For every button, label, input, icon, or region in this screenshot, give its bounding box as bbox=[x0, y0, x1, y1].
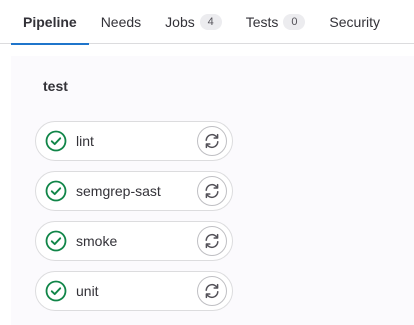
tab-tests-label: Tests bbox=[245, 14, 279, 30]
tab-needs[interactable]: Needs bbox=[89, 0, 153, 44]
job-name: semgrep-sast bbox=[76, 183, 161, 199]
job-semgrep-sast[interactable]: semgrep-sast bbox=[35, 171, 233, 211]
tab-tests[interactable]: Tests 0 bbox=[234, 0, 318, 44]
retry-button[interactable] bbox=[197, 176, 227, 206]
jobs-count-badge: 4 bbox=[199, 14, 222, 30]
retry-icon bbox=[205, 233, 219, 249]
job-lint[interactable]: lint bbox=[35, 121, 233, 161]
check-circle-icon bbox=[45, 280, 67, 302]
job-name: lint bbox=[76, 133, 94, 149]
check-circle-icon bbox=[45, 130, 67, 152]
tab-jobs[interactable]: Jobs 4 bbox=[153, 0, 234, 44]
stage-column: test lint semgrep-sast smoke unit bbox=[11, 56, 414, 325]
retry-icon bbox=[205, 183, 219, 199]
retry-icon bbox=[205, 283, 219, 299]
retry-button[interactable] bbox=[197, 126, 227, 156]
tab-jobs-label: Jobs bbox=[165, 14, 195, 30]
check-circle-icon bbox=[45, 230, 67, 252]
job-name: unit bbox=[76, 283, 99, 299]
tests-count-badge: 0 bbox=[283, 14, 306, 30]
job-smoke[interactable]: smoke bbox=[35, 221, 233, 261]
tab-pipeline[interactable]: Pipeline bbox=[11, 0, 89, 45]
job-name: smoke bbox=[76, 233, 118, 249]
retry-button[interactable] bbox=[197, 226, 227, 256]
retry-icon bbox=[205, 133, 219, 149]
check-circle-icon bbox=[45, 180, 67, 202]
tab-security-label: Security bbox=[329, 14, 380, 30]
job-unit[interactable]: unit bbox=[35, 271, 233, 311]
tab-security[interactable]: Security bbox=[317, 0, 392, 44]
tab-pipeline-label: Pipeline bbox=[23, 14, 77, 30]
retry-button[interactable] bbox=[197, 276, 227, 306]
stage-title: test bbox=[43, 78, 68, 94]
tab-needs-label: Needs bbox=[100, 14, 142, 30]
pipeline-tabs: Pipeline Needs Jobs 4 Tests 0 Security bbox=[0, 0, 414, 45]
